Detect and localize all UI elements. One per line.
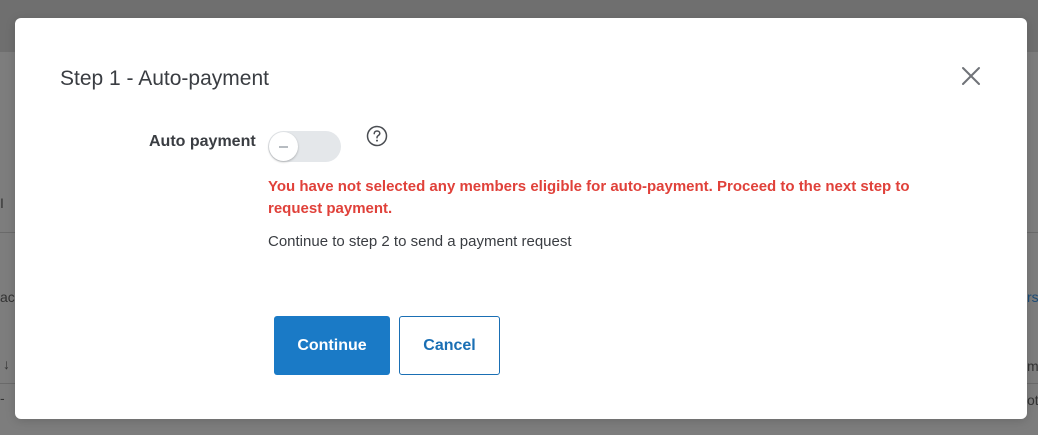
modal-title: Step 1 - Auto-payment [60, 67, 269, 90]
close-icon [962, 67, 980, 85]
continue-button[interactable]: Continue [274, 316, 390, 375]
toggle-knob [269, 132, 298, 161]
auto-payment-toggle[interactable] [268, 131, 341, 162]
background-sort-icon: ↓ [3, 356, 10, 372]
cancel-button[interactable]: Cancel [399, 316, 500, 375]
close-button[interactable] [959, 64, 983, 88]
background-text: I [0, 195, 4, 211]
background-text: ac [0, 289, 15, 305]
question-circle-icon[interactable] [366, 125, 388, 147]
background-text: m [1027, 358, 1038, 374]
background-text: ot [1027, 392, 1038, 408]
info-message: Continue to step 2 to send a payment req… [268, 233, 572, 250]
auto-payment-modal: Step 1 - Auto-payment Auto payment You h… [15, 18, 1027, 419]
auto-payment-label: Auto payment [149, 133, 256, 150]
warning-message: You have not selected any members eligib… [268, 178, 910, 217]
background-link: rs [1027, 289, 1038, 305]
background-text: - [0, 390, 5, 406]
